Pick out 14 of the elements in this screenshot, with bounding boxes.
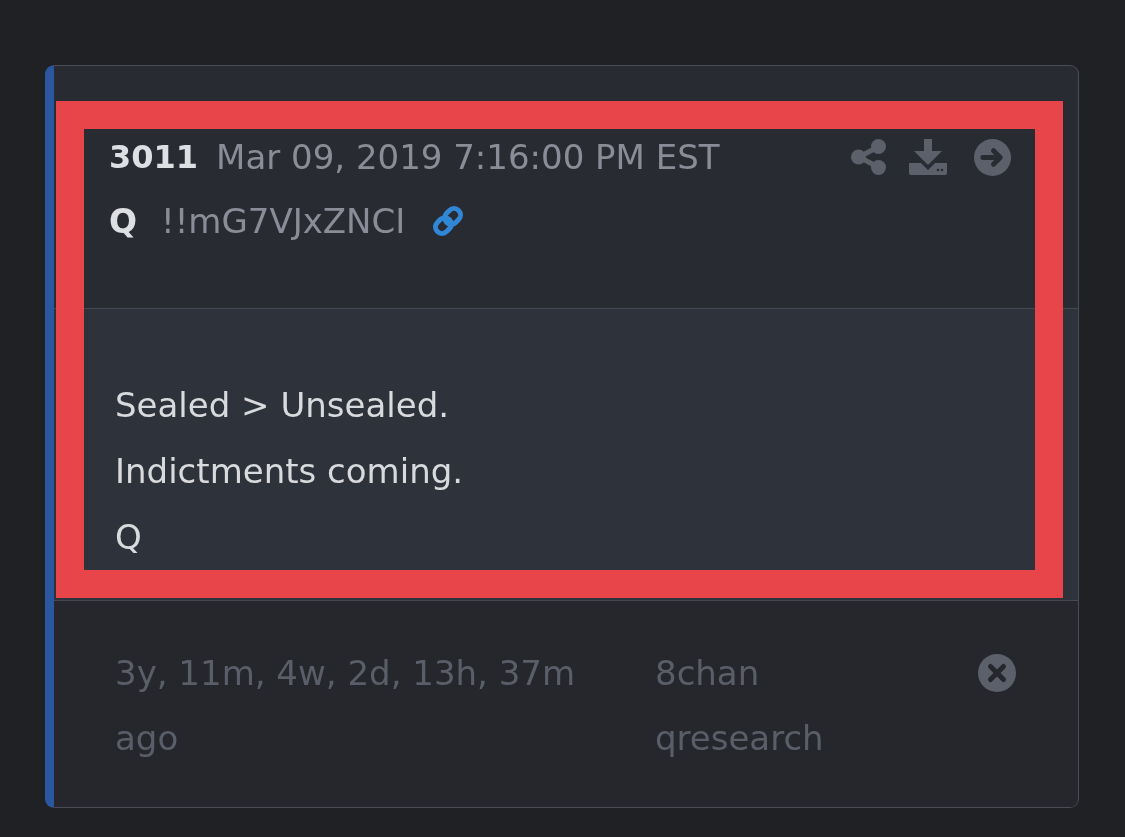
elapsed-time: 3y, 11m, 4w, 2d, 13h, 37m ago [115, 652, 577, 760]
arrow-right-icon[interactable] [974, 138, 1011, 176]
site-name: 8chan [655, 652, 760, 695]
post-number: 3011 [109, 138, 199, 176]
post-body-line: Sealed > Unsealed. [115, 384, 451, 427]
author-name: Q [109, 201, 138, 241]
post-body-line: Q [115, 516, 143, 559]
post-timestamp: Mar 09, 2019 7:16:00 PM EST [216, 137, 720, 177]
tripcode: !!mG7VJxZNCI [161, 201, 406, 241]
close-icon[interactable] [978, 654, 1016, 692]
board-name: qresearch [655, 717, 824, 760]
share-icon[interactable] [851, 139, 886, 175]
post-body-line: Indictments coming. [115, 450, 465, 493]
download-icon[interactable] [909, 139, 947, 175]
